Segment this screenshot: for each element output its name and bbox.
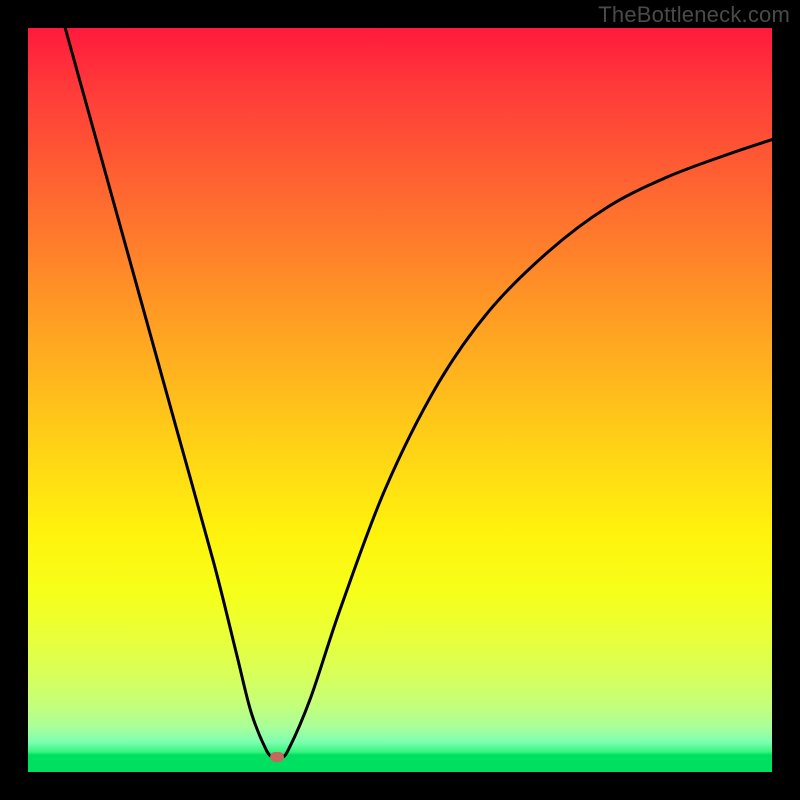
optimum-marker [270,752,284,762]
bottleneck-curve [65,28,772,758]
curve-svg [28,28,772,772]
chart-frame: TheBottleneck.com [0,0,800,800]
watermark-text: TheBottleneck.com [598,2,790,28]
plot-area [28,28,772,772]
